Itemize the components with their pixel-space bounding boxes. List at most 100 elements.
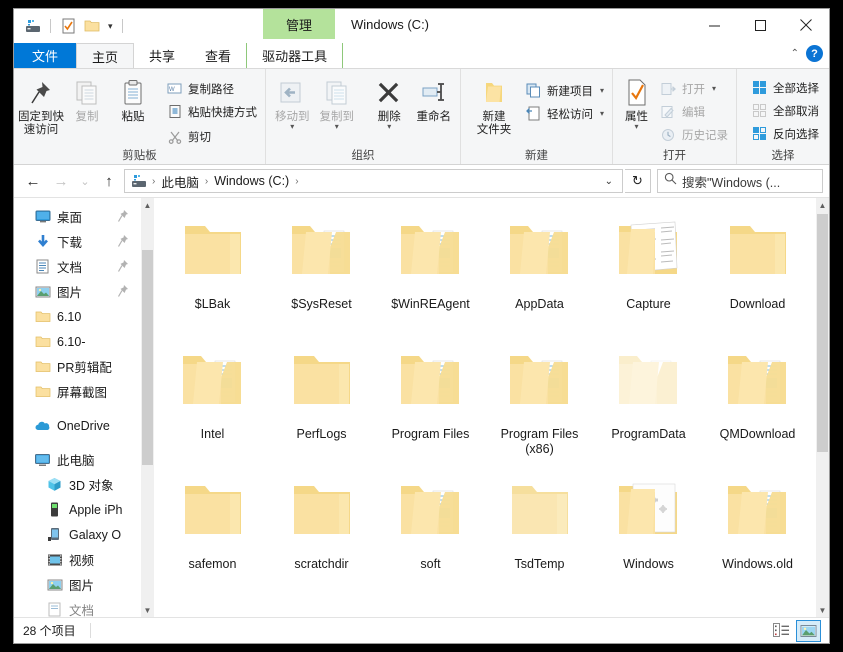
sidebar-item-pictures-pc[interactable]: 图片 [14,572,141,597]
list-item[interactable]: scratchdir [267,466,376,594]
minimize-button[interactable] [691,9,737,41]
sidebar-item-folder-pr[interactable]: PR剪辑配 [14,354,141,379]
file-list-view[interactable]: $LBak [154,198,816,617]
easy-access-button[interactable]: 轻松访问 ▾ [521,103,608,124]
properties-button[interactable]: 属性 ▾ [619,72,654,130]
recent-locations-button[interactable]: ⌄ [76,168,94,194]
list-item[interactable]: safemon [158,466,267,594]
breadcrumb-sep-0[interactable]: › [151,176,156,187]
sidebar-item-this-pc[interactable]: 此电脑 [14,447,141,472]
open-caret[interactable]: ▾ [712,84,716,93]
scroll-down-icon[interactable]: ▼ [144,603,152,617]
sidebar-item-folder-screenshots[interactable]: 屏幕截图 [14,379,141,404]
list-item[interactable]: soft [376,466,485,594]
sidebar-item-3d-objects[interactable]: 3D 对象 [14,472,141,497]
sidebar-item-apple-iphone[interactable]: Apple iPh [14,497,141,522]
breadcrumb[interactable]: › 此电脑 › Windows (C:) › ⌄ [124,169,623,193]
list-item[interactable]: AppData [485,206,594,334]
sidebar-scrollbar[interactable]: ▲ ▼ [141,198,154,617]
invert-selection-button[interactable]: 反向选择 [747,123,823,144]
list-item[interactable]: $SysReset [267,206,376,334]
delete-button[interactable]: 删除 ▾ [367,72,412,130]
select-all-button[interactable]: 全部选择 [747,77,823,98]
large-icons-view-button[interactable] [796,620,821,642]
paste-shortcut-button[interactable]: 粘贴快捷方式 [162,101,261,122]
scroll-up-icon[interactable]: ▲ [144,198,152,212]
tab-home[interactable]: 主页 [76,43,134,68]
list-item[interactable]: Windows [594,466,703,594]
help-icon[interactable]: ? [806,45,823,62]
edit-button[interactable]: 编辑 [656,101,732,122]
paste-button[interactable]: 粘贴 [110,72,156,124]
maximize-button[interactable] [737,9,783,41]
content-scroll-thumb[interactable] [817,214,828,452]
tab-share[interactable]: 共享 [134,43,190,68]
pin-icon[interactable] [117,259,129,278]
close-button[interactable] [783,9,829,41]
search-input[interactable]: 搜索"Windows (... [657,169,823,193]
list-item[interactable]: Intel [158,336,267,464]
list-item[interactable]: PerfLogs [267,336,376,464]
new-folder-icon[interactable] [81,15,103,37]
breadcrumb-windows-c[interactable]: Windows (C:) [211,174,292,188]
list-item[interactable]: Program Files [376,336,485,464]
open-button[interactable]: 打开 ▾ [656,78,732,99]
copy-button[interactable]: 复制 [64,72,110,124]
scroll-up-icon[interactable]: ▲ [819,198,827,212]
sidebar-item-videos[interactable]: 视频 [14,547,141,572]
list-item[interactable]: Program Files (x86) [485,336,594,464]
pin-icon[interactable] [117,209,129,228]
tab-drive-tools[interactable]: 驱动器工具 [246,43,343,68]
copy-to-button[interactable]: 复制到 ▾ [315,72,360,130]
pin-to-quick-access-button[interactable]: 固定到快 速访问 [18,72,64,137]
new-item-button[interactable]: 新建项目 ▾ [521,80,608,101]
copy-to-caret[interactable]: ▾ [335,124,339,130]
list-item[interactable]: QMDownload [703,336,812,464]
list-item[interactable]: $WinREAgent [376,206,485,334]
delete-caret[interactable]: ▾ [387,124,391,130]
breadcrumb-this-pc[interactable]: 此电脑 [158,172,202,191]
sidebar-item-documents-pc[interactable]: 文档 [14,597,141,617]
breadcrumb-sep-2[interactable]: › [294,176,299,187]
easy-access-caret[interactable]: ▾ [600,109,604,118]
list-item[interactable]: ProgramData [594,336,703,464]
sidebar-item-downloads[interactable]: 下载 [14,229,141,254]
details-view-button[interactable] [769,620,794,642]
breadcrumb-dropdown-caret[interactable]: ⌄ [600,176,618,187]
pin-icon[interactable] [117,284,129,303]
sidebar-item-desktop[interactable]: 桌面 [14,204,141,229]
cut-button[interactable]: 剪切 [162,126,261,147]
breadcrumb-sep-1[interactable]: › [204,176,209,187]
history-button[interactable]: 历史记录 [656,124,732,145]
move-to-button[interactable]: 移动到 ▾ [270,72,315,130]
sidebar-item-documents[interactable]: 文档 [14,254,141,279]
forward-button[interactable]: → [48,168,74,194]
pin-icon[interactable] [117,234,129,253]
list-item[interactable]: $LBak [158,206,267,334]
back-button[interactable]: ← [20,168,46,194]
new-item-caret[interactable]: ▾ [600,86,604,95]
tab-file[interactable]: 文件 [14,43,76,68]
select-none-button[interactable]: 全部取消 [747,100,823,121]
drive-icon[interactable] [22,15,44,37]
list-item[interactable]: Windows.old [703,466,812,594]
qat-customize-caret[interactable]: ▾ [105,21,116,32]
sidebar-item-onedrive[interactable]: OneDrive [14,413,141,438]
list-item[interactable]: Capture [594,206,703,334]
sidebar-item-folder-610-dash[interactable]: 6.10- [14,329,141,354]
move-to-caret[interactable]: ▾ [290,124,294,130]
sidebar-scroll-thumb[interactable] [142,250,153,465]
list-item[interactable]: Download [703,206,812,334]
tab-view[interactable]: 查看 [190,43,246,68]
refresh-button[interactable]: ↻ [625,169,651,193]
copy-path-button[interactable]: W 复制路径 [162,78,261,99]
properties-caret[interactable]: ▾ [634,124,638,130]
sidebar-item-folder-610[interactable]: 6.10 [14,304,141,329]
collapse-ribbon-icon[interactable]: ⌃ [791,48,799,59]
scroll-down-icon[interactable]: ▼ [819,603,827,617]
new-folder-button[interactable]: 新建 文件夹 [471,72,517,137]
sidebar-item-pictures[interactable]: 图片 [14,279,141,304]
content-scrollbar[interactable]: ▲ ▼ [816,198,829,617]
rename-button[interactable]: 重命名 [412,72,457,124]
properties-icon[interactable] [57,15,79,37]
